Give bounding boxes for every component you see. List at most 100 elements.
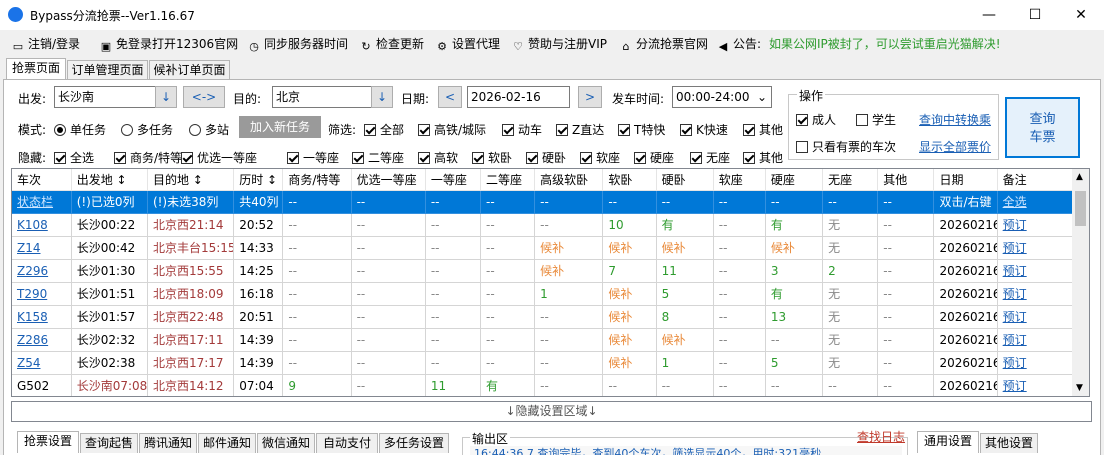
hide-checkbox[interactable]: 其他 — [743, 149, 783, 166]
hide-checkbox[interactable]: 硬座 — [634, 149, 674, 166]
table-row[interactable]: Z14 长沙00:42 北京丰台15:15 14:33 -- -- -- -- 候补 候补 候补 --… — [12, 236, 1075, 260]
bottom-tab[interactable]: 微信通知 — [257, 433, 315, 453]
hide-checkbox[interactable]: 软卧 — [472, 149, 512, 166]
column-header[interactable]: 其他 — [877, 169, 935, 191]
table-cell[interactable]: Z54 — [12, 351, 72, 375]
column-header[interactable]: 一等座 — [425, 169, 482, 191]
bottom-tab[interactable]: 自动支付 — [316, 433, 378, 453]
column-header[interactable]: 出发地 ↕ — [71, 169, 148, 191]
column-header[interactable]: 二等座 — [480, 169, 536, 191]
table-cell[interactable]: Z286 — [12, 328, 72, 352]
table-cell[interactable]: K158 — [12, 305, 72, 329]
hide-checkbox[interactable]: 全选 — [54, 149, 94, 166]
table-row[interactable]: Z286 长沙02:32 北京西17:11 14:39 -- -- -- -- -- 候补 候补 --… — [12, 328, 1075, 352]
menu-login[interactable]: ▭ 注销/登录 — [12, 35, 80, 53]
table-row[interactable]: Z296 长沙01:30 北京西15:55 14:25 -- -- -- -- 候补 7 11 -- 3… — [12, 259, 1075, 283]
column-header[interactable]: 目的地 ↕ — [147, 169, 235, 191]
query-tickets-button[interactable]: 查询 车票 — [1005, 97, 1080, 158]
table-cell[interactable]: 预订 — [997, 328, 1075, 352]
table-cell[interactable]: Z14 — [12, 236, 72, 260]
chevron-down-icon[interactable]: ▼ — [1076, 383, 1083, 393]
mode-single[interactable]: 单任务 — [54, 121, 106, 138]
show-prices-link[interactable]: 显示全部票价 — [919, 138, 991, 155]
hide-checkbox[interactable]: 二等座 — [352, 149, 404, 166]
table-cell[interactable]: 预订 — [997, 236, 1075, 260]
add-task-button[interactable]: 加入新任务 — [239, 116, 321, 138]
menu-proxy[interactable]: ⚙ 设置代理 — [436, 35, 500, 53]
find-log-link[interactable]: 查找日志 — [857, 428, 905, 445]
column-header[interactable]: 历时 ↕ — [233, 169, 284, 191]
tab-other-settings[interactable]: 其他设置 — [980, 433, 1038, 453]
table-row[interactable]: K108 长沙00:22 北京西21:14 20:52 -- -- -- -- -- 10 有 -- 有… — [12, 213, 1075, 237]
table-cell[interactable]: K108 — [12, 213, 72, 237]
table-cell[interactable]: T290 — [12, 282, 72, 306]
student-checkbox[interactable]: 学生 — [856, 111, 896, 128]
hide-checkbox[interactable]: 无座 — [690, 149, 730, 166]
tab-general-settings[interactable]: 通用设置 — [917, 431, 979, 453]
column-header[interactable]: 日期 — [933, 169, 998, 191]
filter-checkbox[interactable]: Z直达 — [556, 121, 604, 138]
menu-official-site[interactable]: ⌂ 分流抢票官网 — [620, 35, 709, 53]
maximize-button[interactable]: ☐ — [1012, 0, 1058, 30]
next-date-button[interactable]: > — [578, 86, 602, 108]
tab-waitlist[interactable]: 候补订单页面 — [149, 60, 230, 80]
bottom-tab[interactable]: 多任务设置 — [379, 433, 449, 453]
menu-check-update[interactable]: ↻ 检查更新 — [360, 35, 424, 53]
filter-checkbox[interactable]: K快速 — [680, 121, 728, 138]
bottom-tab[interactable]: 腾讯通知 — [139, 433, 197, 453]
column-header[interactable]: 软座 — [713, 169, 766, 191]
hide-checkbox[interactable]: 优选一等座 — [181, 149, 257, 166]
vertical-scrollbar[interactable]: ▲ ▼ — [1072, 169, 1089, 396]
bottom-tab[interactable]: 邮件通知 — [198, 433, 256, 453]
hide-checkbox[interactable]: 商务/特等 — [114, 149, 182, 166]
column-header[interactable]: 软卧 — [602, 169, 657, 191]
filter-checkbox[interactable]: 高铁/城际 — [418, 121, 486, 138]
only-tickets-checkbox[interactable]: 只看有票的车次 — [796, 138, 896, 155]
hide-checkbox[interactable]: 硬卧 — [526, 149, 566, 166]
to-input[interactable]: 北京 — [272, 86, 372, 108]
mode-multi[interactable]: 多任务 — [121, 121, 173, 138]
table-cell[interactable]: 全选 — [997, 190, 1075, 214]
mode-multi-station[interactable]: 多站 — [189, 121, 229, 138]
prev-date-button[interactable]: < — [438, 86, 462, 108]
swap-button[interactable]: <-> — [183, 86, 225, 108]
hide-checkbox[interactable]: 高软 — [418, 149, 458, 166]
bottom-tab[interactable]: 抢票设置 — [17, 431, 79, 453]
menu-sync-time[interactable]: ◷ 同步服务器时间 — [248, 35, 348, 53]
table-row[interactable]: Z54 长沙02:38 北京西17:17 14:39 -- -- -- -- -- 候补 1 -- 5 无… — [12, 351, 1075, 375]
filter-checkbox[interactable]: T特快 — [618, 121, 665, 138]
menu-sponsor[interactable]: ♡ 赞助与注册VIP — [512, 35, 607, 53]
table-cell[interactable]: 预订 — [997, 305, 1075, 329]
from-input[interactable]: 长沙南 — [54, 86, 156, 108]
hide-checkbox[interactable]: 软座 — [580, 149, 620, 166]
column-header[interactable]: 高级软卧 — [534, 169, 604, 191]
to-dropdown-icon[interactable]: ↓ — [371, 86, 393, 108]
tab-grab[interactable]: 抢票页面 — [6, 58, 66, 80]
filter-checkbox[interactable]: 动车 — [502, 121, 542, 138]
bottom-tab[interactable]: 查询起售 — [80, 433, 138, 453]
column-header[interactable]: 优选一等座 — [351, 169, 426, 191]
from-dropdown-icon[interactable]: ↓ — [155, 86, 177, 108]
minimize-button[interactable]: — — [966, 0, 1012, 30]
date-input[interactable]: 2026-02-16 — [467, 86, 570, 108]
column-header[interactable]: 硬卧 — [656, 169, 714, 191]
filter-checkbox[interactable]: 全部 — [364, 121, 404, 138]
table-row[interactable]: G502 长沙南07:08 北京西14:12 07:04 9 -- 11 有 -- -- -- -- -… — [12, 374, 1075, 396]
column-header[interactable]: 备注 — [997, 169, 1075, 191]
filter-checkbox[interactable]: 其他 — [743, 121, 783, 138]
menu-announcement[interactable]: ◀ 公告: — [717, 35, 761, 53]
adult-checkbox[interactable]: 成人 — [796, 111, 836, 128]
status-row[interactable]: 状态栏 (!)已选0列 (!)未选38列 共40列 -- -- -- -- -- -- -- -- --… — [12, 190, 1075, 214]
table-cell[interactable]: 预订 — [997, 374, 1075, 396]
chevron-up-icon[interactable]: ▲ — [1076, 172, 1083, 182]
column-header[interactable]: 车次 — [12, 169, 72, 191]
table-cell[interactable]: 预订 — [997, 259, 1075, 283]
column-header[interactable]: 商务/特等 — [282, 169, 352, 191]
transfer-link[interactable]: 查询中转换乘 — [919, 111, 991, 128]
menu-open-12306[interactable]: ▣ 免登录打开12306官网 — [100, 35, 238, 53]
column-header[interactable]: 无座 — [822, 169, 879, 191]
scroll-thumb[interactable] — [1075, 191, 1086, 226]
column-header[interactable]: 硬座 — [765, 169, 824, 191]
table-cell[interactable]: 预订 — [997, 282, 1075, 306]
hidden-area-toggle[interactable]: ↓隐藏设置区域↓ — [11, 401, 1092, 422]
